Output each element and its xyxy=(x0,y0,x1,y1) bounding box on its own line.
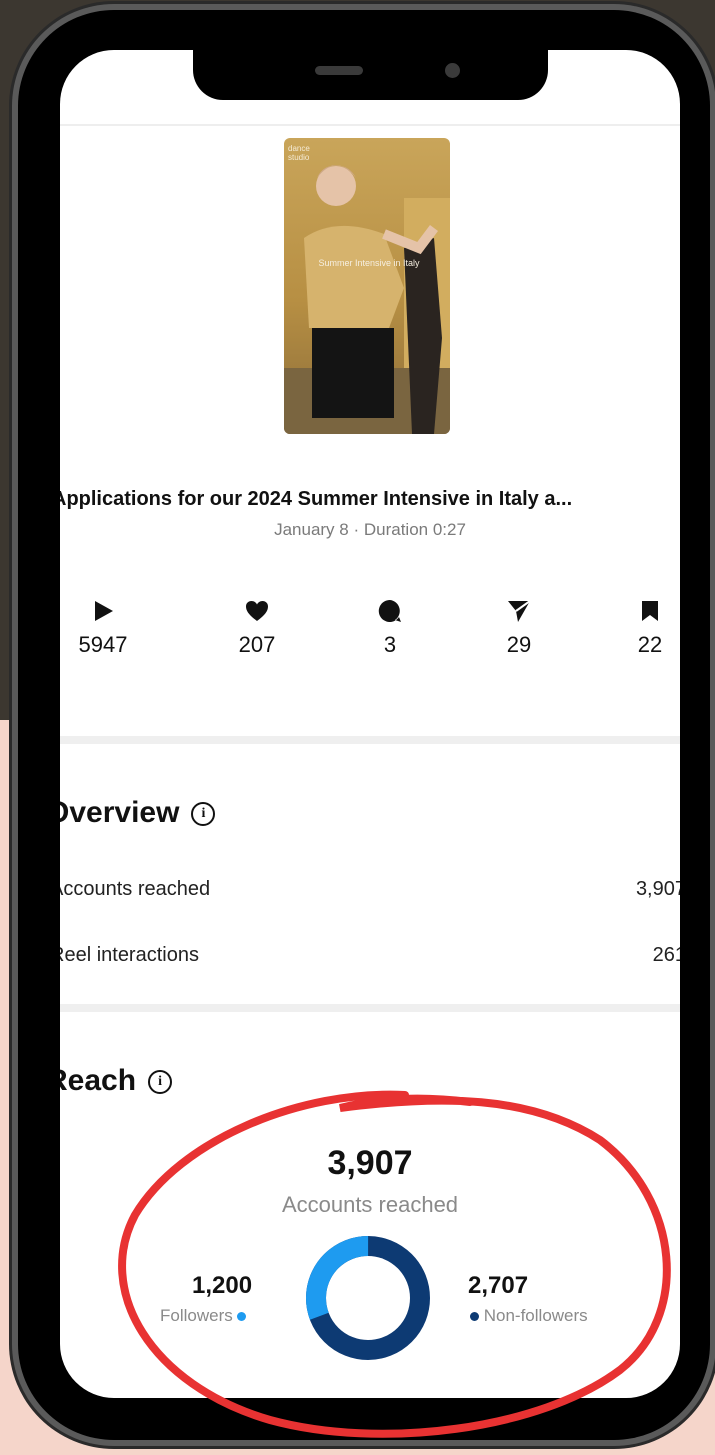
stat-comments-value: 3 xyxy=(383,632,397,657)
stat-saves: 22 xyxy=(595,598,680,658)
overview-accounts-reached-value: 3,907 xyxy=(635,878,680,900)
reel-subtitle: January 8 · Duration 0:27 xyxy=(274,520,466,539)
thumbnail-caption: Summer Intensive in Italy xyxy=(318,258,420,268)
overview-title: Overview i xyxy=(60,796,216,830)
info-icon[interactable]: i xyxy=(191,802,216,827)
overview-title-text: Overview xyxy=(60,796,180,829)
nonfollowers-dot xyxy=(470,1312,479,1322)
bookmark-icon xyxy=(595,598,680,624)
front-camera xyxy=(445,63,460,78)
section-divider xyxy=(60,1004,680,1012)
overview-accounts-reached-label: Accounts reached xyxy=(60,878,211,900)
play-icon xyxy=(60,598,158,624)
followers-label: Followers xyxy=(160,1306,233,1325)
reach-donut-chart xyxy=(306,1236,430,1360)
followers-value: 1,200 xyxy=(192,1272,253,1299)
overview-reel-interactions-label: Reel interactions xyxy=(60,944,199,966)
nonfollowers-legend: Non-followers xyxy=(470,1306,588,1326)
followers-legend: Followers xyxy=(160,1306,247,1326)
speaker-grille xyxy=(315,66,363,75)
phone-screen: dance studio Summer Intensive in Italy Ap… xyxy=(60,50,680,1398)
reach-title-text: Reach xyxy=(60,1064,137,1097)
stat-shares: 29 xyxy=(464,598,574,658)
header-divider xyxy=(60,124,680,126)
heart-icon xyxy=(202,598,312,624)
stat-plays: 5947 xyxy=(60,598,158,658)
reach-title: Reachi xyxy=(60,1064,173,1098)
nonfollowers-label: Non-followers xyxy=(483,1306,588,1325)
overview-reel-interactions-value: 261 xyxy=(652,944,680,966)
thumbnail-tag: dance studio xyxy=(288,144,310,162)
reel-thumbnail[interactable]: dance studio Summer Intensive in Italy xyxy=(284,138,450,434)
comment-icon xyxy=(335,598,445,624)
reach-total-label: Accounts reached xyxy=(281,1192,459,1217)
share-icon xyxy=(464,598,574,624)
stat-shares-value: 29 xyxy=(506,632,532,657)
info-icon[interactable]: i xyxy=(148,1070,173,1095)
nonfollowers-value: 2,707 xyxy=(468,1272,529,1299)
stat-likes-value: 207 xyxy=(238,632,276,657)
followers-dot xyxy=(237,1312,247,1322)
section-divider xyxy=(60,736,680,744)
reel-title: Applications for our 2024 Summer Intensi… xyxy=(60,488,573,510)
stat-comments: 3 xyxy=(335,598,445,658)
reach-total: 3,907 xyxy=(327,1144,413,1182)
phone-notch xyxy=(193,44,548,100)
stat-likes: 207 xyxy=(202,598,312,658)
stat-plays-value: 5947 xyxy=(78,632,128,657)
stat-saves-value: 22 xyxy=(637,632,663,657)
